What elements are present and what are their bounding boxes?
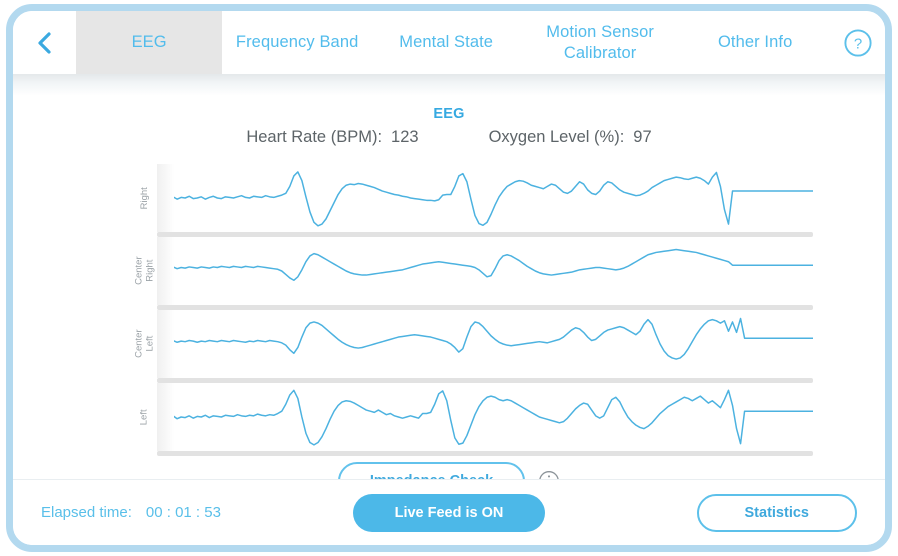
- eeg-channel-label: Right: [133, 164, 157, 232]
- eeg-channel-plot: [157, 383, 813, 451]
- tab-motion-sensor-calibrator[interactable]: Motion Sensor Calibrator: [520, 11, 680, 74]
- eeg-chart: Right Center Right Center Left Left: [133, 164, 813, 456]
- help-circle-icon: ?: [844, 28, 872, 57]
- eeg-channel-label: Left: [133, 383, 157, 451]
- eeg-channel-plot: [157, 164, 813, 232]
- vital-heart-rate-value: 123: [391, 128, 419, 146]
- eeg-channel-plot: [157, 237, 813, 305]
- eeg-waveform: [157, 164, 813, 232]
- vital-oxygen-level-label: Oxygen Level (%):: [488, 128, 625, 146]
- back-button[interactable]: [13, 11, 76, 74]
- window-frame: EEG Frequency Band Mental State Motion S…: [6, 4, 892, 552]
- tab-motion-sensor-calibrator-label: Motion Sensor Calibrator: [546, 23, 654, 62]
- tab-mental-state-label: Mental State: [399, 33, 494, 52]
- help-button[interactable]: ?: [830, 11, 885, 74]
- elapsed-time-label: Elapsed time:: [41, 504, 132, 521]
- tab-other-info-label: Other Info: [717, 33, 793, 52]
- footer-bar: Elapsed time: 00 : 01 : 53 Live Feed is …: [13, 479, 885, 545]
- vital-heart-rate-label: Heart Rate (BPM):: [246, 128, 383, 146]
- eeg-channel-label-text: Left: [138, 409, 150, 425]
- tab-other-info[interactable]: Other Info: [680, 11, 830, 74]
- eeg-channel-label-text: Center Right: [133, 256, 156, 286]
- live-feed-toggle-button[interactable]: Live Feed is ON: [352, 493, 546, 532]
- eeg-waveform: [157, 383, 813, 451]
- tab-frequency-band-label: Frequency Band: [235, 33, 359, 52]
- chevron-left-icon: [37, 31, 51, 54]
- statistics-button[interactable]: Statistics: [696, 493, 857, 532]
- tab-mental-state[interactable]: Mental State: [372, 11, 520, 74]
- tab-frequency-band[interactable]: Frequency Band: [222, 11, 372, 74]
- elapsed-time: Elapsed time: 00 : 01 : 53: [41, 504, 221, 521]
- eeg-channel-label-text: Center Left: [133, 329, 156, 359]
- vital-heart-rate: Heart Rate (BPM): 123: [246, 128, 418, 147]
- eeg-channel-label: Center Left: [133, 310, 157, 378]
- app-root: EEG Frequency Band Mental State Motion S…: [0, 0, 898, 556]
- eeg-channel-label-text: Right: [138, 186, 150, 210]
- app-card: EEG Frequency Band Mental State Motion S…: [13, 11, 885, 545]
- header-bar: EEG Frequency Band Mental State Motion S…: [13, 11, 885, 74]
- elapsed-time-value: 00 : 01 : 53: [145, 504, 221, 521]
- eeg-channel-label: Center Right: [133, 237, 157, 305]
- eeg-channel: Left: [133, 383, 813, 451]
- eeg-channel: Center Left: [133, 310, 813, 378]
- vitals-row: Heart Rate (BPM): 123 Oxygen Level (%): …: [13, 128, 885, 147]
- svg-text:?: ?: [853, 35, 861, 52]
- tab-eeg-label: EEG: [131, 33, 167, 52]
- tab-eeg[interactable]: EEG: [76, 11, 223, 74]
- vital-oxygen-level-value: 97: [633, 128, 652, 146]
- eeg-channel: Center Right: [133, 237, 813, 305]
- eeg-waveform: [157, 237, 813, 305]
- page-title: EEG: [433, 106, 465, 122]
- eeg-channel: Right: [133, 164, 813, 232]
- eeg-channel-separator: [157, 451, 813, 456]
- vital-oxygen-level: Oxygen Level (%): 97: [489, 128, 652, 147]
- tab-bar: EEG Frequency Band Mental State Motion S…: [76, 11, 830, 74]
- eeg-waveform: [157, 310, 813, 378]
- content-area: EEG Heart Rate (BPM): 123 Oxygen Level (…: [13, 74, 885, 500]
- eeg-channel-plot: [157, 310, 813, 378]
